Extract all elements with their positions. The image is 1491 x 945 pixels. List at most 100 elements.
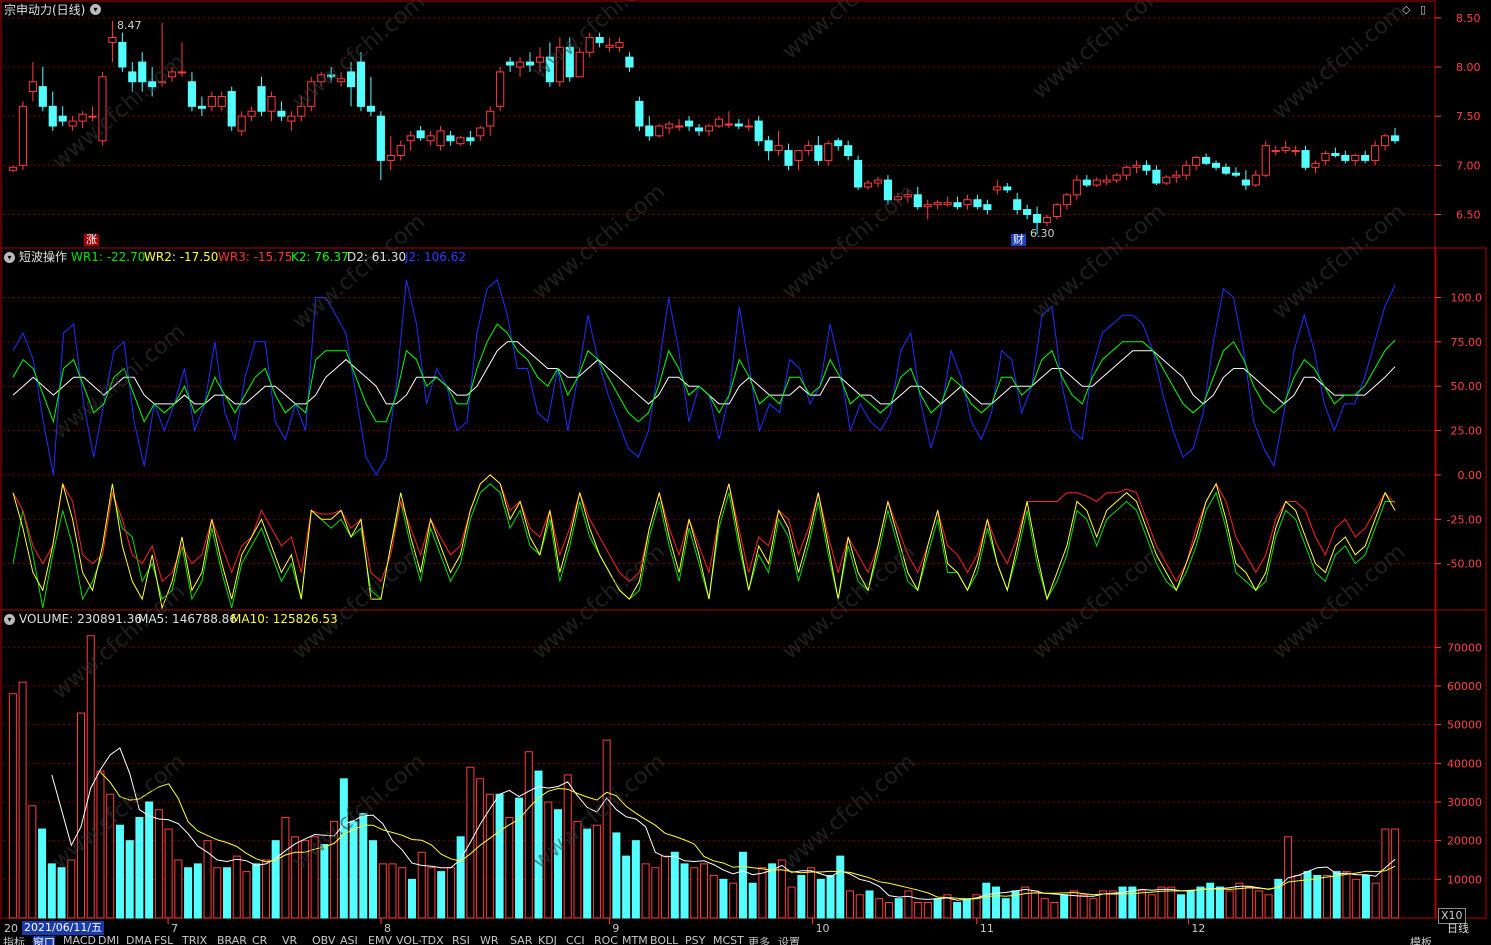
price-axis-label: 7.50: [1456, 110, 1481, 123]
indicator-tab[interactable]: BOLL: [650, 936, 678, 945]
indicator-tab[interactable]: 设置: [778, 936, 800, 945]
diamond-icon[interactable]: ◇: [1402, 3, 1410, 17]
volume-bar: [398, 867, 407, 919]
candle: [993, 186, 1002, 191]
month-label: 7: [171, 922, 179, 935]
indicator-tab[interactable]: DMA: [126, 936, 152, 945]
volume-bar: [38, 828, 47, 919]
volume-bar: [1040, 898, 1049, 919]
volume-bar: [1381, 828, 1390, 919]
finance-badge[interactable]: 财: [1011, 234, 1026, 246]
volume-bar: [1391, 828, 1400, 919]
volume-bar: [1050, 902, 1059, 919]
volume-bar: [184, 867, 193, 919]
indicator-tab[interactable]: CCI: [566, 936, 585, 945]
indicator-tab[interactable]: PSY: [685, 936, 705, 945]
volume-bar: [1186, 890, 1195, 919]
candle: [685, 120, 694, 127]
candle: [704, 125, 714, 132]
volume-bar: [670, 851, 679, 919]
volume-bar: [407, 878, 416, 919]
candle: [48, 105, 57, 127]
indicator-tab[interactable]: KDJ: [538, 936, 557, 945]
volume-bar: [378, 863, 387, 919]
period-label[interactable]: 日线: [1447, 922, 1469, 936]
candle: [675, 125, 684, 128]
indicator-tab[interactable]: WR: [480, 936, 499, 945]
volume-bar: [592, 824, 601, 919]
indicator-axis-label: 25.00: [1451, 425, 1483, 438]
indicator-tab[interactable]: 指标: [3, 936, 25, 945]
candle: [506, 61, 515, 66]
k2-label: K2: 76.37: [291, 250, 349, 264]
indicator-tab[interactable]: 更多: [748, 936, 770, 945]
candle: [1321, 153, 1330, 161]
indicator-tab[interactable]: BRAR: [217, 936, 247, 945]
indicator-axis-label: 0.00: [1458, 469, 1483, 482]
candle: [1291, 150, 1300, 153]
volume-bar: [232, 855, 241, 919]
volume-bar: [982, 882, 991, 919]
volume-bar: [261, 859, 270, 919]
volume-bar: [223, 867, 232, 919]
indicator-tab[interactable]: FSL: [154, 936, 173, 945]
watermark-text: www.cfchi.com: [1028, 539, 1170, 664]
template-tab[interactable]: 模板: [1410, 936, 1432, 945]
indicator-tab[interactable]: SAR: [510, 936, 532, 945]
rise-badge[interactable]: 涨: [84, 234, 99, 246]
indicator-tab[interactable]: VR: [282, 936, 297, 945]
indicator-tab[interactable]: 窗口: [33, 936, 55, 945]
volume-bar: [388, 863, 397, 919]
volume-bar: [135, 816, 144, 919]
candle: [943, 202, 952, 206]
volume-bar: [1342, 871, 1351, 919]
indicator-tab[interactable]: TRIX: [182, 936, 207, 945]
candle: [1301, 150, 1310, 168]
candle: [1371, 145, 1380, 161]
volume-bar: [1108, 890, 1117, 919]
candle: [1390, 135, 1400, 142]
volume-menu-icon[interactable]: ▾: [4, 614, 15, 625]
volume-bar: [1352, 878, 1361, 919]
candle: [247, 110, 256, 117]
candle: [118, 41, 127, 68]
candle: [446, 135, 455, 142]
expand-panel-icon[interactable]: ▯: [1420, 3, 1426, 17]
indicator-tab[interactable]: MTM: [622, 936, 648, 945]
indicator-tab[interactable]: MACD: [63, 936, 96, 945]
candle: [784, 150, 793, 166]
candle: [187, 81, 197, 107]
candle: [983, 204, 992, 211]
indicator-name[interactable]: 短波操作: [19, 250, 67, 264]
indicator-tab[interactable]: ROC: [594, 936, 618, 945]
volume-bar: [865, 890, 874, 919]
x-axis-start: 20: [4, 922, 18, 935]
indicator-tab[interactable]: ASI: [340, 936, 358, 945]
indicator-tab[interactable]: OBV: [312, 936, 335, 945]
volume-bar: [758, 867, 767, 919]
volume-bar: [953, 902, 962, 919]
watermark-text: www.cfchi.com: [1268, 0, 1410, 125]
candle: [645, 125, 654, 137]
volume-bar: [505, 816, 514, 919]
wr2-label: WR2: -17.50: [144, 250, 219, 264]
indicator-tab[interactable]: EMV: [368, 936, 392, 945]
candle: [953, 202, 962, 208]
indicator-tab[interactable]: DMI: [98, 936, 119, 945]
candle: [1112, 174, 1121, 181]
volume-bar: [524, 751, 533, 919]
indicator-tab[interactable]: MCST: [713, 936, 744, 945]
volume-bar: [836, 855, 845, 919]
candle: [655, 125, 664, 137]
candle: [426, 135, 435, 142]
chevron-down-icon[interactable]: ▾: [90, 4, 101, 15]
candle: [1013, 199, 1022, 211]
volume-bar: [1361, 874, 1370, 919]
stock-chart-canvas[interactable]: 8.50 8.00 7.50 7.00 6.50 100.0 75.00 50.00 25.00…: [0, 0, 1491, 945]
indicator-tab[interactable]: RSI: [452, 936, 470, 945]
indicator-menu-icon[interactable]: ▾: [4, 252, 15, 263]
indicator-tab[interactable]: VOL-TDX: [396, 936, 444, 945]
indicator-tab[interactable]: CR: [252, 936, 267, 945]
watermark-text: www.cfchi.com: [778, 749, 920, 874]
candle: [1162, 176, 1171, 184]
